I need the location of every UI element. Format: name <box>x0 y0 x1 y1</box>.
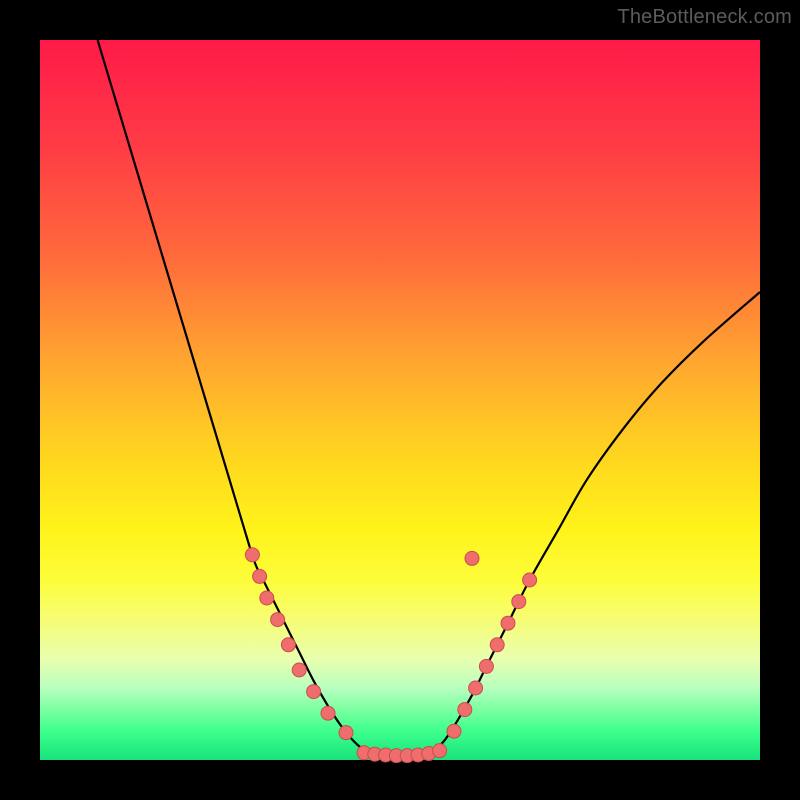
data-marker <box>512 595 526 609</box>
data-marker <box>479 659 493 673</box>
chart-frame: TheBottleneck.com <box>0 0 800 800</box>
data-marker <box>523 573 537 587</box>
chart-svg <box>40 40 760 760</box>
data-marker <box>271 613 285 627</box>
watermark-text: TheBottleneck.com <box>617 6 792 29</box>
bottleneck-curve <box>98 40 760 757</box>
data-marker <box>501 616 515 630</box>
data-marker <box>465 551 479 565</box>
data-marker <box>490 638 504 652</box>
data-marker <box>292 663 306 677</box>
data-marker <box>447 724 461 738</box>
data-marker <box>245 548 259 562</box>
data-marker <box>469 681 483 695</box>
plot-area <box>40 40 760 760</box>
data-marker <box>260 591 274 605</box>
data-marker <box>433 744 447 758</box>
data-marker <box>307 685 321 699</box>
data-marker <box>458 703 472 717</box>
data-marker <box>339 726 353 740</box>
data-marker <box>281 638 295 652</box>
data-marker <box>321 706 335 720</box>
data-marker <box>253 569 267 583</box>
